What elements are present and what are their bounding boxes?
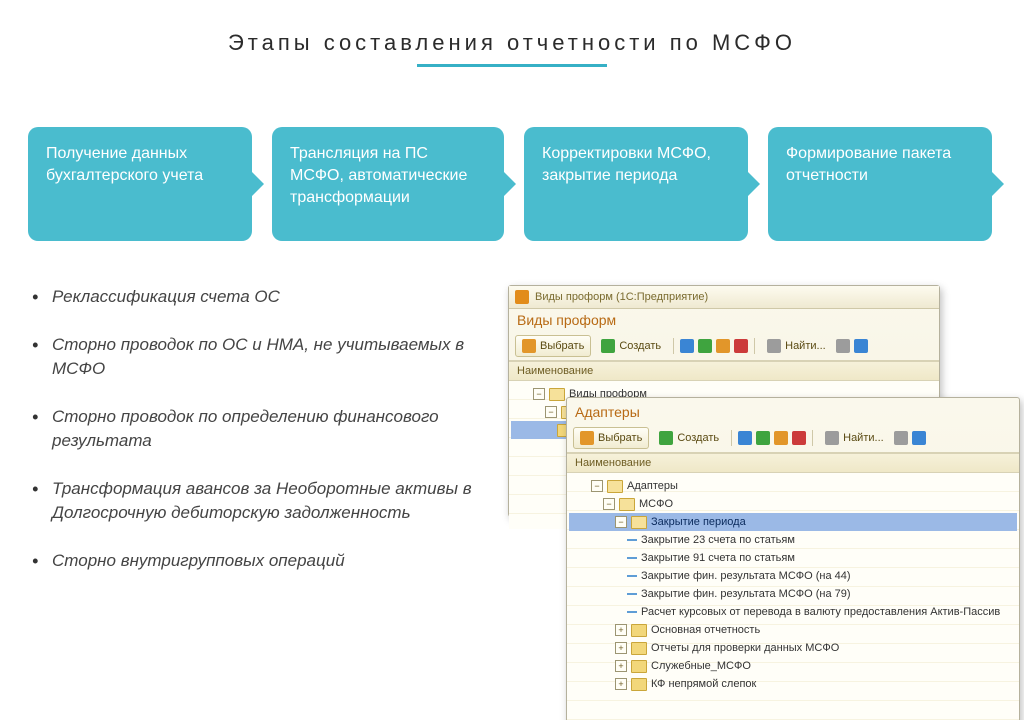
window-title: Виды проформ (1С:Предприятие) [535, 291, 708, 303]
select-icon [522, 339, 536, 353]
bullet-item: Сторно проводок по определению финансово… [28, 405, 488, 453]
expand-icon[interactable]: + [615, 642, 627, 654]
create-button[interactable]: Создать [595, 336, 667, 356]
tree-row[interactable]: Закрытие фин. результата МСФО (на 44) [569, 567, 1017, 585]
folder-add-icon[interactable] [756, 431, 770, 445]
folder-icon [631, 642, 647, 655]
window-heading: Виды проформ [509, 309, 939, 332]
folder-add-icon[interactable] [698, 339, 712, 353]
refresh-icon[interactable] [854, 339, 868, 353]
zoom-icon[interactable] [836, 339, 850, 353]
bullet-item: Сторно внутригрупповых операций [28, 549, 488, 573]
select-icon [580, 431, 594, 445]
tree-row[interactable]: +Служебные_МСФО [569, 657, 1017, 675]
screenshots-area: Виды проформ (1С:Предприятие) Виды профо… [508, 285, 996, 597]
edit-icon[interactable] [774, 431, 788, 445]
separator [673, 338, 674, 354]
copy-icon[interactable] [738, 431, 752, 445]
folder-icon [607, 480, 623, 493]
refresh-icon[interactable] [912, 431, 926, 445]
find-button[interactable]: Найти... [819, 428, 890, 448]
tree-row[interactable]: Закрытие фин. результата МСФО (на 79) [569, 585, 1017, 603]
stage-1: Получение данных бухгалтерского учета [28, 127, 252, 241]
collapse-icon[interactable]: − [603, 498, 615, 510]
item-icon [627, 557, 637, 559]
item-icon [627, 593, 637, 595]
slide-title: Этапы составления отчетности по МСФО [28, 30, 996, 56]
tree-row[interactable]: Закрытие 23 счета по статьям [569, 531, 1017, 549]
tree-row[interactable]: +Основная отчетность [569, 621, 1017, 639]
expand-icon[interactable]: + [615, 678, 627, 690]
separator [731, 430, 732, 446]
stage-3: Корректировки МСФО, закрытие периода [524, 127, 748, 241]
plus-icon [659, 431, 673, 445]
item-icon [627, 575, 637, 577]
column-header: Наименование [509, 361, 939, 381]
find-button[interactable]: Найти... [761, 336, 832, 356]
select-button[interactable]: Выбрать [573, 427, 649, 449]
item-icon [627, 539, 637, 541]
collapse-icon[interactable]: − [545, 406, 557, 418]
edit-icon[interactable] [716, 339, 730, 353]
tree-row[interactable]: +КФ непрямой слепок [569, 675, 1017, 693]
stage-2: Трансляция на ПС МСФО, автоматические тр… [272, 127, 504, 241]
delete-icon[interactable] [734, 339, 748, 353]
tree-row[interactable]: Закрытие 91 счета по статьям [569, 549, 1017, 567]
bullet-list: Реклассификация счета ОС Сторно проводок… [28, 285, 488, 597]
select-button[interactable]: Выбрать [515, 335, 591, 357]
app-icon [515, 290, 529, 304]
tree-row[interactable]: −Адаптеры [569, 477, 1017, 495]
create-button[interactable]: Создать [653, 428, 725, 448]
toolbar: Выбрать Создать Найти... [509, 332, 939, 361]
column-header: Наименование [567, 453, 1019, 473]
delete-icon[interactable] [792, 431, 806, 445]
search-icon [767, 339, 781, 353]
toolbar: Выбрать Создать Найти... [567, 424, 1019, 453]
folder-icon [619, 498, 635, 511]
window-adapters: Адаптеры Выбрать Создать Найти... Наимен… [566, 397, 1020, 720]
bullet-item: Сторно проводок по ОС и НМА, не учитывае… [28, 333, 488, 381]
bullet-item: Реклассификация счета ОС [28, 285, 488, 309]
folder-icon [631, 660, 647, 673]
plus-icon [601, 339, 615, 353]
expand-icon[interactable]: + [615, 624, 627, 636]
window-heading: Адаптеры [567, 398, 1019, 424]
collapse-icon[interactable]: − [533, 388, 545, 400]
separator [812, 430, 813, 446]
folder-icon [631, 678, 647, 691]
tree-row[interactable]: +Отчеты для проверки данных МСФО [569, 639, 1017, 657]
item-icon [627, 611, 637, 613]
separator [754, 338, 755, 354]
collapse-icon[interactable]: − [591, 480, 603, 492]
folder-icon [549, 388, 565, 401]
folder-icon [631, 516, 647, 529]
tree-row[interactable]: Расчет курсовых от перевода в валюту пре… [569, 603, 1017, 621]
title-underline [417, 64, 607, 67]
slide: Этапы составления отчетности по МСФО Пол… [0, 0, 1024, 720]
search-icon [825, 431, 839, 445]
copy-icon[interactable] [680, 339, 694, 353]
folder-icon [631, 624, 647, 637]
stage-4: Формирование пакета отчетности [768, 127, 992, 241]
tree-row[interactable]: −МСФО [569, 495, 1017, 513]
window-titlebar: Виды проформ (1С:Предприятие) [509, 286, 939, 309]
bullet-item: Трансформация авансов за Необоротные акт… [28, 477, 488, 525]
zoom-icon[interactable] [894, 431, 908, 445]
stages-row: Получение данных бухгалтерского учета Тр… [28, 127, 996, 241]
expand-icon[interactable]: + [615, 660, 627, 672]
collapse-icon[interactable]: − [615, 516, 627, 528]
tree: −Адаптеры −МСФО −Закрытие периода Закрыт… [567, 473, 1019, 720]
tree-row-selected[interactable]: −Закрытие периода [569, 513, 1017, 531]
